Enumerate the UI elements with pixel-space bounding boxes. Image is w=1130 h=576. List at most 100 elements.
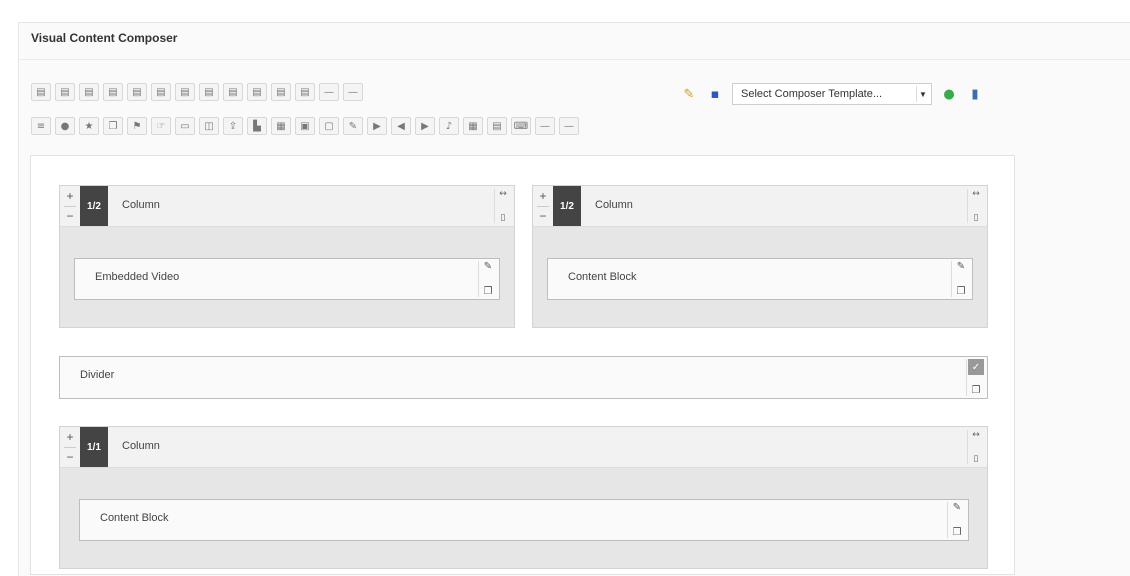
video-icon[interactable]: ▶ bbox=[415, 117, 435, 135]
film-icon[interactable]: ▦ bbox=[271, 117, 291, 135]
list-icon[interactable]: ≡ bbox=[31, 117, 51, 135]
column-header: + − 1/1 Column ↔ ▯ bbox=[60, 427, 987, 468]
element-controls: ✓ ❐ bbox=[966, 359, 985, 396]
image-icon[interactable]: ▤ bbox=[295, 83, 315, 101]
column-full[interactable]: + − 1/1 Column ↔ ▯ Content Block ✎ ❐ bbox=[59, 426, 988, 569]
column-controls: ↔ ▯ bbox=[494, 189, 511, 223]
template-select-value: Select Composer Template... bbox=[741, 88, 883, 100]
image-icon[interactable]: ▤ bbox=[103, 83, 123, 101]
element-controls: ✎ ❐ bbox=[478, 261, 497, 297]
column-label: Column bbox=[122, 199, 160, 211]
image-icon[interactable]: ▤ bbox=[247, 83, 267, 101]
divider-element[interactable]: Divider ✓ ❐ bbox=[59, 356, 988, 399]
plus-icon[interactable]: + bbox=[539, 189, 546, 203]
minus-icon[interactable]: − bbox=[66, 450, 73, 464]
box-icon[interactable]: ▭ bbox=[175, 117, 195, 135]
copy-icon[interactable]: ❐ bbox=[972, 385, 981, 396]
column-half-right[interactable]: + − 1/2 Column ↔ ▯ Content Block ✎ ❐ bbox=[532, 185, 988, 328]
image-icon[interactable]: ▤ bbox=[175, 83, 195, 101]
copy-icon[interactable]: ❐ bbox=[484, 286, 493, 297]
paint-icon[interactable]: ✎ bbox=[680, 85, 698, 103]
column-size-badge: 1/2 bbox=[553, 186, 581, 226]
circle-icon[interactable]: ● bbox=[55, 117, 75, 135]
plus-icon[interactable]: + bbox=[66, 430, 73, 444]
top-strip bbox=[0, 0, 1130, 10]
copy-icon[interactable]: ❐ bbox=[957, 286, 966, 297]
save-icon[interactable]: ▪ bbox=[706, 85, 724, 103]
panel-title: Visual Content Composer bbox=[31, 31, 178, 45]
window-icon[interactable]: ▢ bbox=[319, 117, 339, 135]
chart-icon[interactable]: ▙ bbox=[247, 117, 267, 135]
trash-icon[interactable]: ▯ bbox=[974, 454, 979, 464]
column-size-badge: 1/1 bbox=[80, 427, 108, 467]
doc-icon[interactable]: ▣ bbox=[295, 117, 315, 135]
column-controls: ↔ ▯ bbox=[967, 430, 984, 464]
image-icon[interactable]: ▤ bbox=[271, 83, 291, 101]
column-header: + − 1/2 Column ↔ ▯ bbox=[60, 186, 514, 227]
column-half-left[interactable]: + − 1/2 Column ↔ ▯ Embedded Video ✎ ❐ bbox=[59, 185, 515, 328]
panel-icon[interactable]: ◫ bbox=[199, 117, 219, 135]
move-icon[interactable]: ↔ bbox=[499, 189, 507, 199]
column-header: + − 1/2 Column ↔ ▯ bbox=[533, 186, 987, 227]
star-icon[interactable]: ★ bbox=[79, 117, 99, 135]
column-label: Column bbox=[595, 199, 633, 211]
element-controls: ✎ ❐ bbox=[951, 261, 970, 297]
resize-controls: + − bbox=[63, 189, 77, 223]
trash-icon[interactable]: ▯ bbox=[974, 213, 979, 223]
template-tools: ✎ ▪ Select Composer Template... ▼ ● ▮ bbox=[680, 83, 984, 105]
element-label: Embedded Video bbox=[95, 271, 180, 283]
layers-icon[interactable]: ❐ bbox=[103, 117, 123, 135]
grid-icon[interactable]: ▦ bbox=[463, 117, 483, 135]
column-label: Column bbox=[122, 440, 160, 452]
pointer-icon[interactable]: ☞ bbox=[151, 117, 171, 135]
image-icon[interactable]: ▤ bbox=[55, 83, 75, 101]
minus-icon[interactable]: − bbox=[539, 209, 546, 223]
video-icon[interactable]: ▶ bbox=[367, 117, 387, 135]
image-icon[interactable]: ▤ bbox=[79, 83, 99, 101]
image-icon[interactable]: ▤ bbox=[199, 83, 219, 101]
column-controls: ↔ ▯ bbox=[967, 189, 984, 223]
template-select[interactable]: Select Composer Template... ▼ bbox=[732, 83, 932, 105]
panel-separator bbox=[19, 59, 1130, 60]
chevron-down-icon: ▼ bbox=[916, 86, 929, 102]
check-icon[interactable]: ✓ bbox=[968, 359, 984, 375]
pencil-icon[interactable]: ✎ bbox=[953, 502, 961, 513]
element-label: Content Block bbox=[568, 271, 637, 283]
content-element[interactable]: Embedded Video ✎ ❐ bbox=[74, 258, 500, 300]
trash-icon[interactable]: ▯ bbox=[501, 213, 506, 223]
content-element[interactable]: Content Block ✎ ❐ bbox=[79, 499, 969, 541]
add-icon[interactable]: ● bbox=[940, 85, 958, 103]
dash-icon[interactable]: — bbox=[535, 117, 555, 135]
code-icon[interactable]: ⌨ bbox=[511, 117, 531, 135]
element-label: Content Block bbox=[100, 512, 169, 524]
pencil-icon[interactable]: ✎ bbox=[957, 261, 965, 272]
copy-icon[interactable]: ❐ bbox=[953, 527, 962, 538]
move-icon[interactable]: ↔ bbox=[972, 189, 980, 199]
image-icon[interactable]: ▤ bbox=[127, 83, 147, 101]
image-icon[interactable]: ▤ bbox=[223, 83, 243, 101]
image-icon[interactable]: ▤ bbox=[31, 83, 51, 101]
column-size-badge: 1/2 bbox=[80, 186, 108, 226]
edit-icon[interactable]: ✎ bbox=[343, 117, 363, 135]
image-icon[interactable]: ▤ bbox=[151, 83, 171, 101]
toolbar-row-2: ≡ ● ★ ❐ ⚑ ☞ ▭ ◫ ⇪ ▙ ▦ ▣ ▢ ✎ ▶ ◀ ▶ ♪ ▦ ▤ ⌨ — — bbox=[31, 117, 579, 135]
upload-icon[interactable]: ⇪ bbox=[223, 117, 243, 135]
minus-icon[interactable]: − bbox=[66, 209, 73, 223]
flag-icon[interactable]: ⚑ bbox=[127, 117, 147, 135]
plus-icon[interactable]: + bbox=[66, 189, 73, 203]
audio-icon[interactable]: ◀ bbox=[391, 117, 411, 135]
content-element[interactable]: Content Block ✎ ❐ bbox=[547, 258, 973, 300]
pencil-icon[interactable]: ✎ bbox=[484, 261, 492, 272]
delete-icon[interactable]: ▮ bbox=[966, 85, 984, 103]
composer-canvas: + − 1/2 Column ↔ ▯ Embedded Video ✎ ❐ + bbox=[30, 155, 1015, 575]
table-icon[interactable]: ▤ bbox=[487, 117, 507, 135]
element-controls: ✎ ❐ bbox=[947, 502, 966, 538]
dash-icon[interactable]: — bbox=[343, 83, 363, 101]
dash-icon[interactable]: — bbox=[319, 83, 339, 101]
toolbar-row-1: ▤ ▤ ▤ ▤ ▤ ▤ ▤ ▤ ▤ ▤ ▤ ▤ — — bbox=[31, 83, 363, 101]
resize-controls: + − bbox=[63, 430, 77, 464]
resize-controls: + − bbox=[536, 189, 550, 223]
dash-icon[interactable]: — bbox=[559, 117, 579, 135]
note-icon[interactable]: ♪ bbox=[439, 117, 459, 135]
move-icon[interactable]: ↔ bbox=[972, 430, 980, 440]
